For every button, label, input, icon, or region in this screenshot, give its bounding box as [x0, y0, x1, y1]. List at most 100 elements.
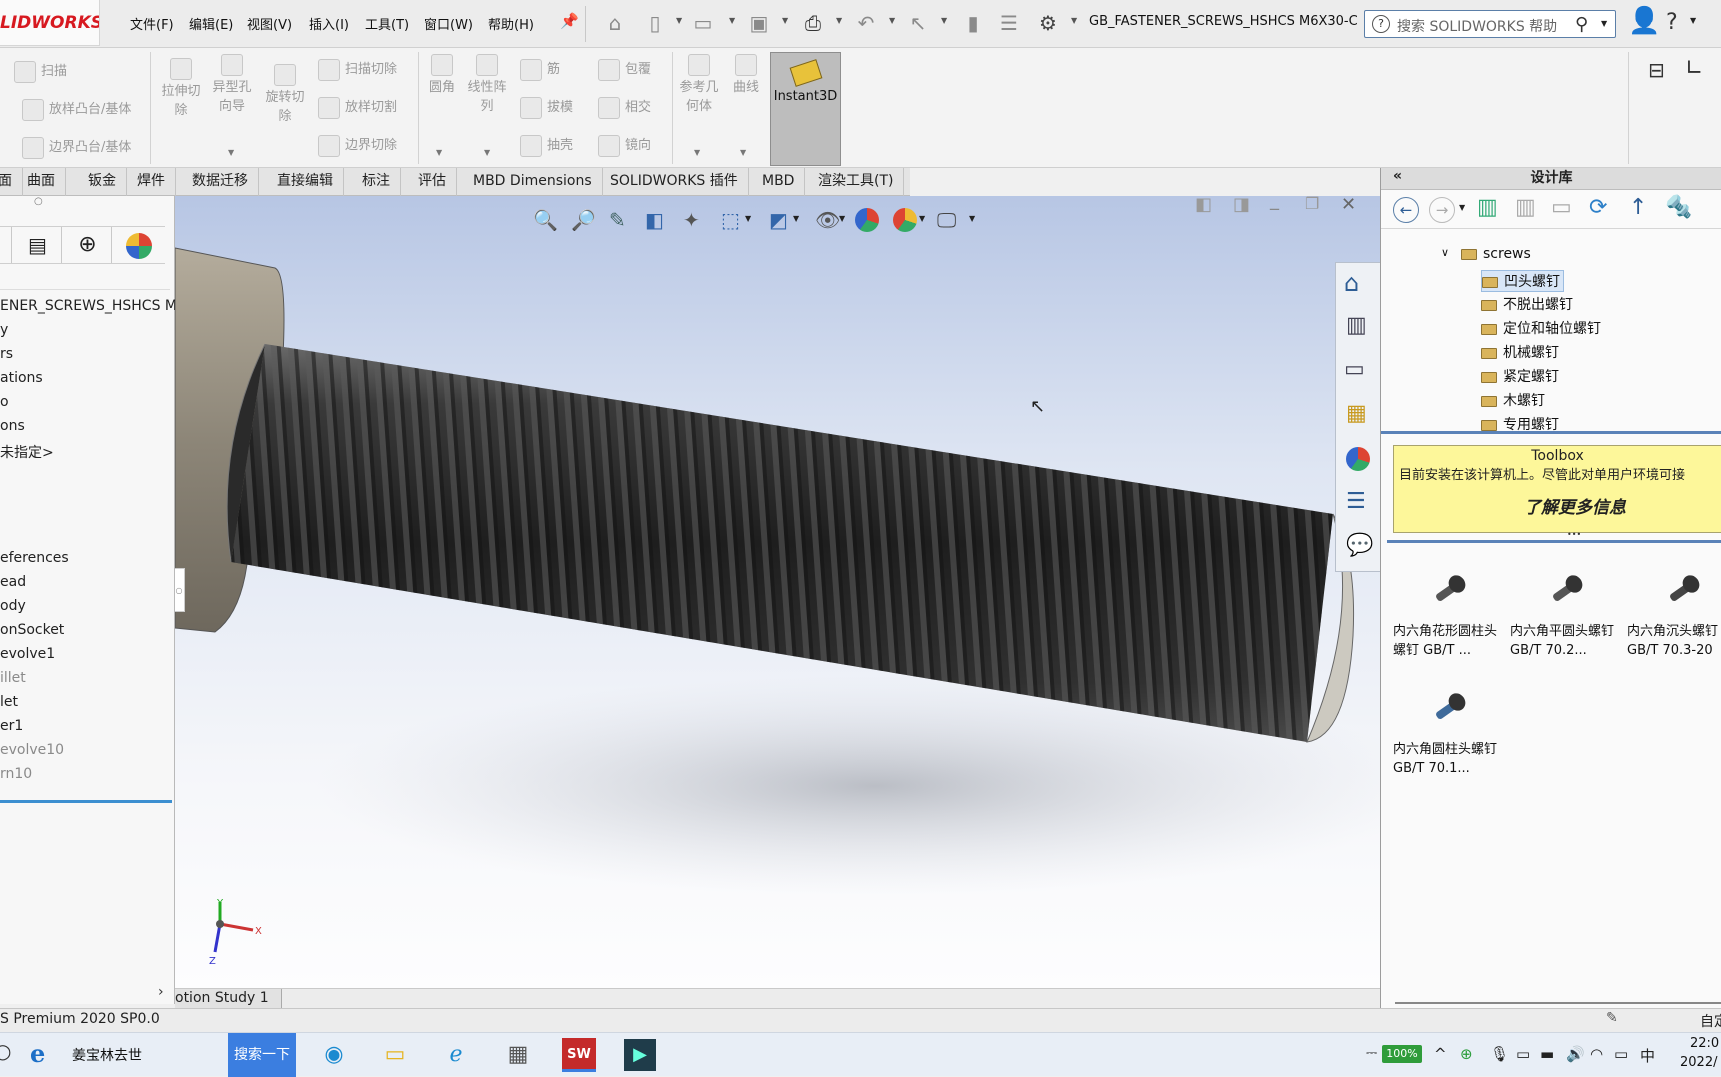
tree-item[interactable]: 未指定>: [0, 442, 54, 462]
add-to-library-icon[interactable]: ▥: [1477, 195, 1498, 220]
chevron-down-icon[interactable]: ▼: [889, 16, 895, 25]
fillet-button[interactable]: 圆角: [424, 54, 460, 97]
hole-wizard-button[interactable]: 异型孔 向导: [207, 54, 257, 116]
edge-icon[interactable]: ◉: [314, 1037, 354, 1073]
back-icon[interactable]: ←: [1393, 197, 1419, 223]
microphone-icon[interactable]: 🎙: [1490, 1045, 1509, 1063]
pane-splitter[interactable]: [1381, 431, 1721, 434]
extruded-cut-button[interactable]: 拉伸切 除: [156, 58, 206, 120]
chevron-down-icon[interactable]: ▼: [1071, 16, 1077, 25]
chevron-down-icon[interactable]: ▼: [793, 214, 799, 223]
toolbox-part[interactable]: 内六角沉头螺钉 GB/T 70.3-20: [1627, 566, 1721, 660]
library-folder[interactable]: 机械螺钉: [1481, 342, 1559, 362]
menu-help[interactable]: 帮助(H): [488, 14, 534, 33]
chevron-down-icon[interactable]: ▼: [969, 214, 975, 223]
chevron-up-icon[interactable]: ^: [1434, 1045, 1447, 1063]
pane-right-icon[interactable]: ◨: [1233, 196, 1250, 215]
menu-file[interactable]: 文件(F): [130, 14, 174, 33]
graphics-area[interactable]: ↖ 🔍 🔎 ✎ ◧ ✦ ⬚ ▼ ◩ ▼ 👁 ▼ ▼ 🖵 ▼ ◧ ◨ _ ❐ ✕ …: [175, 196, 1380, 988]
tree-item[interactable]: illet: [0, 670, 26, 686]
tab-mbd-dimensions[interactable]: MBD Dimensions: [463, 168, 603, 196]
splitter-grip-icon[interactable]: •••: [1567, 530, 1581, 539]
solidworks-logo[interactable]: LIDWORKS: [0, 0, 100, 46]
filter-bar[interactable]: [0, 266, 170, 290]
toolbox-part[interactable]: 内六角平圆头螺钉 GB/T 70.2...: [1510, 566, 1618, 660]
start-search-icon[interactable]: ○: [0, 1039, 11, 1063]
undo-icon[interactable]: ↶: [853, 10, 879, 36]
rebuild-status-icon[interactable]: ✎: [1606, 1010, 1618, 1026]
property-manager-icon[interactable]: ▤: [14, 227, 62, 263]
folder-screws[interactable]: screws: [1461, 246, 1531, 262]
section-view-icon[interactable]: ◧: [645, 208, 664, 232]
apply-scene-icon[interactable]: [893, 208, 917, 232]
clock-date[interactable]: 2022/: [1680, 1055, 1717, 1070]
select-arrow-icon[interactable]: ↖: [905, 10, 931, 36]
zoom-to-fit-icon[interactable]: 🔍: [533, 208, 558, 232]
pane-left-icon[interactable]: ◧: [1195, 196, 1212, 215]
sketch-corner-icon[interactable]: ∟: [1685, 56, 1703, 81]
file-explorer-icon[interactable]: ▭: [375, 1037, 415, 1073]
tree-item[interactable]: rn10: [0, 766, 32, 782]
loft-boss-button[interactable]: 放样凸台/基体: [22, 98, 131, 121]
minimize-icon[interactable]: _: [1270, 196, 1279, 211]
chevron-down-icon[interactable]: ▼: [694, 148, 700, 157]
tab-markup[interactable]: 标注: [352, 168, 401, 196]
swept-cut-button[interactable]: 扫描切除: [318, 58, 397, 81]
collapse-panel-icon[interactable]: «: [1393, 168, 1402, 184]
home-icon[interactable]: ⌂: [1344, 269, 1359, 297]
solidworks-taskbar-icon[interactable]: SW: [562, 1038, 596, 1072]
tree-item[interactable]: rs: [0, 346, 13, 362]
dynamic-annotation-icon[interactable]: ✦: [683, 208, 700, 232]
view-orientation-icon[interactable]: ⬚: [721, 208, 740, 232]
ie-browser-icon[interactable]: e: [30, 1039, 45, 1068]
edit-appearance-icon[interactable]: [855, 208, 879, 232]
add-file-location-icon[interactable]: ▥: [1515, 195, 1536, 220]
unit-system[interactable]: 自定: [1700, 1011, 1721, 1031]
volume-icon[interactable]: 🔊: [1566, 1045, 1585, 1063]
onedrive-icon[interactable]: ▭: [1614, 1045, 1628, 1063]
zoom-to-area-icon[interactable]: 🔎: [571, 208, 596, 232]
chevron-down-icon[interactable]: ▼: [436, 148, 442, 157]
toolbox-part[interactable]: 内六角花形圆柱头螺钉 GB/T ...: [1393, 566, 1501, 660]
save-icon[interactable]: ▣: [746, 10, 772, 36]
scroll-right-icon[interactable]: ›: [158, 984, 164, 1000]
chevron-down-icon[interactable]: ▼: [919, 214, 925, 223]
new-document-icon[interactable]: ▯: [642, 10, 668, 36]
learn-more-link[interactable]: 了解更多信息: [1524, 493, 1721, 518]
rebuild-icon[interactable]: ▮: [960, 10, 986, 36]
gear-icon[interactable]: ⚙: [1035, 10, 1061, 36]
tree-item[interactable]: let: [0, 694, 18, 710]
pane-splitter[interactable]: [1387, 540, 1721, 543]
config-manager-icon[interactable]: ⊕: [64, 227, 112, 263]
file-properties-icon[interactable]: ☰: [996, 10, 1022, 36]
tree-item[interactable]: ons: [0, 418, 25, 434]
view-palette-icon[interactable]: ▦: [1346, 401, 1367, 426]
open-folder-icon[interactable]: ▭: [690, 10, 716, 36]
tab-motion-study[interactable]: otion Study 1: [175, 989, 282, 1008]
search-icon[interactable]: ⚲: [1575, 14, 1588, 35]
tree-item[interactable]: er1: [0, 718, 23, 734]
search-input[interactable]: ? 搜索 SOLIDWORKS 帮助 ⚲ ▼: [1364, 10, 1616, 38]
tree-item[interactable]: ations: [0, 370, 43, 386]
measure-icon[interactable]: ⊟: [1648, 58, 1665, 82]
browser-icon[interactable]: ℯ: [436, 1037, 476, 1073]
chevron-down-icon[interactable]: ▼: [676, 16, 682, 25]
rib-button[interactable]: 筋: [520, 58, 560, 81]
security-icon[interactable]: ⊕: [1460, 1045, 1473, 1063]
wifi-icon[interactable]: ◠: [1590, 1045, 1603, 1063]
expand-chevron-icon[interactable]: ∨: [1441, 246, 1449, 259]
menu-window[interactable]: 窗口(W): [424, 14, 473, 33]
media-app-icon[interactable]: ▶: [624, 1039, 656, 1071]
tab-sheet-metal[interactable]: 钣金: [78, 168, 127, 196]
chevron-down-icon[interactable]: ▼: [839, 214, 845, 223]
chevron-down-icon[interactable]: ▼: [836, 16, 842, 25]
previous-view-icon[interactable]: ✎: [609, 208, 626, 232]
tab-render-tools[interactable]: 渲染工具(T): [808, 168, 905, 196]
display-icon[interactable]: ▭: [1516, 1045, 1530, 1063]
library-folder[interactable]: 凹头螺钉: [1481, 270, 1564, 292]
user-icon[interactable]: 👤: [1628, 6, 1660, 36]
curves-button[interactable]: 曲线: [726, 54, 766, 97]
intersect-button[interactable]: 相交: [598, 96, 651, 119]
revolved-cut-button[interactable]: 旋转切 除: [260, 64, 310, 126]
chevron-down-icon[interactable]: ▼: [729, 16, 735, 25]
